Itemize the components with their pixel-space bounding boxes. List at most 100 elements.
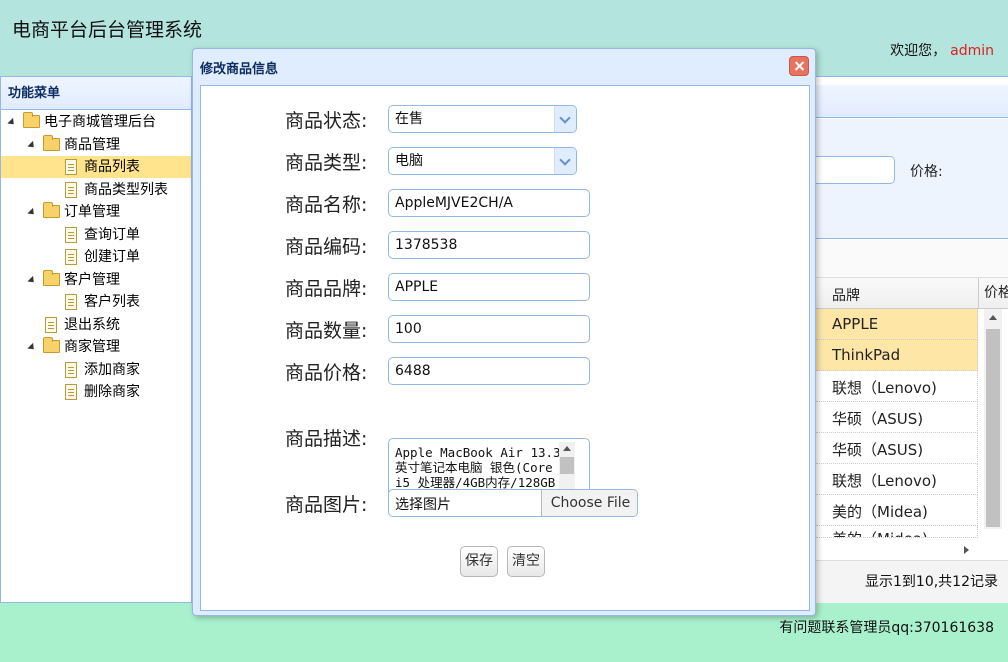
status-label: 商品状态:	[285, 110, 368, 132]
column-header-brand[interactable]: 品牌	[832, 285, 860, 305]
scrollbar-thumb[interactable]	[986, 329, 1000, 527]
tree-label: 商品管理	[64, 137, 120, 153]
scroll-right-arrow-icon[interactable]	[964, 546, 969, 554]
chevron-down-icon[interactable]	[554, 148, 576, 174]
cell-brand: 华硕（ASUS)	[832, 410, 924, 428]
code-label: 商品编码:	[285, 236, 368, 258]
brand-label: 商品品牌:	[285, 278, 368, 300]
cell-brand: APPLE	[832, 315, 879, 333]
save-button[interactable]: 保存	[460, 546, 498, 577]
dialog-title: 修改商品信息	[200, 62, 279, 77]
tree-node-product-type-list[interactable]: 商品类型列表	[1, 179, 191, 201]
tree-label: 订单管理	[64, 204, 120, 220]
price-filter-label: 价格:	[910, 164, 943, 180]
name-input[interactable]: AppleMJVE2CH/A	[388, 189, 590, 217]
cell-brand: ThinkPad	[832, 346, 901, 364]
type-select[interactable]: 电脑	[388, 147, 577, 175]
sidebar-title: 功能菜单	[1, 77, 191, 110]
file-icon	[65, 182, 77, 198]
image-file-input[interactable]: 选择图片 Choose File	[388, 489, 638, 517]
close-icon[interactable]	[789, 56, 809, 76]
chevron-down-icon[interactable]	[554, 106, 576, 132]
table-row[interactable]: ThinkPad	[816, 340, 978, 371]
collapse-arrow-icon[interactable]	[27, 207, 37, 218]
quantity-input[interactable]: 100	[388, 315, 590, 343]
user-link[interactable]: admin	[950, 43, 994, 59]
tree-node-customer-mgmt[interactable]: 客户管理	[1, 269, 191, 291]
product-grid: 品牌 价格 APPLE ThinkPad 联想（Lenovo) 华硕（ASUS)…	[816, 278, 1008, 560]
dialog-body: 商品状态: 在售 商品类型: 电脑 商品名称: AppleMJVE2CH/A 商…	[200, 85, 810, 611]
folder-icon	[43, 202, 60, 218]
file-icon	[65, 362, 77, 378]
status-select[interactable]: 在售	[388, 105, 577, 133]
tree-node-logout[interactable]: 退出系统	[1, 314, 191, 336]
status-value: 在售	[395, 111, 423, 127]
tree-node-order-mgmt[interactable]: 订单管理	[1, 201, 191, 223]
tree-node-create-order[interactable]: 创建订单	[1, 246, 191, 268]
file-icon	[65, 294, 77, 310]
footer-contact: 有问题联系管理员qq:370161638	[779, 620, 994, 636]
tree-label: 查询订单	[84, 227, 140, 243]
app-title: 电商平台后台管理系统	[12, 19, 203, 41]
tree-node-delete-merchant[interactable]: 删除商家	[1, 381, 191, 403]
tree-node-product-mgmt[interactable]: 商品管理	[1, 134, 191, 156]
grid-vertical-scrollbar[interactable]	[984, 309, 1002, 529]
quantity-label: 商品数量:	[285, 320, 368, 342]
scroll-up-arrow-icon[interactable]	[989, 315, 997, 320]
table-row[interactable]: 美的（Midea)	[816, 526, 978, 538]
tree-label: 商品类型列表	[84, 182, 168, 198]
table-row[interactable]: 华硕（ASUS)	[816, 433, 978, 464]
tree-label: 创建订单	[84, 249, 140, 265]
choose-file-button[interactable]: Choose File	[541, 490, 637, 516]
folder-icon	[43, 270, 60, 286]
sidebar: 功能菜单 电子商城管理后台 商品管理 商品列表 商品类型列表 订单管理 查询订单…	[0, 76, 192, 603]
type-label: 商品类型:	[285, 152, 368, 174]
type-value: 电脑	[395, 153, 423, 169]
tree-label: 商品列表	[84, 159, 140, 175]
file-icon	[65, 159, 77, 175]
file-icon	[45, 317, 57, 333]
table-row[interactable]: 美的（Midea)	[816, 495, 978, 526]
tree-node-merchant-mgmt[interactable]: 商家管理	[1, 336, 191, 358]
table-row[interactable]: 华硕（ASUS)	[816, 402, 978, 433]
tree-node-query-order[interactable]: 查询订单	[1, 224, 191, 246]
scrollbar-thumb[interactable]	[560, 457, 574, 474]
tree-node-product-list[interactable]: 商品列表	[1, 156, 191, 178]
column-header-price[interactable]: 价格	[978, 278, 1008, 309]
folder-icon	[43, 135, 60, 151]
code-input[interactable]: 1378538	[388, 231, 590, 259]
image-placeholder: 选择图片	[395, 497, 451, 513]
clear-button[interactable]: 清空	[507, 546, 545, 577]
price-input[interactable]: 6488	[388, 357, 590, 385]
image-label: 商品图片:	[285, 494, 368, 516]
file-icon	[65, 249, 77, 265]
collapse-arrow-icon[interactable]	[27, 342, 37, 353]
description-label: 商品描述:	[285, 428, 368, 450]
tree-node-add-merchant[interactable]: 添加商家	[1, 359, 191, 381]
collapse-arrow-icon[interactable]	[27, 275, 37, 286]
scroll-up-arrow-icon[interactable]	[563, 446, 571, 451]
tree-node-root[interactable]: 电子商城管理后台	[1, 111, 191, 133]
cell-brand: 美的（Midea)	[832, 503, 928, 521]
folder-icon	[43, 337, 60, 353]
tree-label: 添加商家	[84, 362, 140, 378]
cell-brand: 联想（Lenovo)	[832, 472, 937, 490]
welcome-label: 欢迎您，	[890, 43, 947, 59]
tree-label: 客户管理	[64, 272, 120, 288]
tree-node-customer-list[interactable]: 客户列表	[1, 291, 191, 313]
table-row[interactable]: 联想（Lenovo)	[816, 371, 978, 402]
tree-label: 电子商城管理后台	[44, 114, 156, 130]
table-row[interactable]: APPLE	[816, 309, 978, 340]
edit-product-dialog: 修改商品信息 商品状态: 在售 商品类型: 电脑 商品名称: AppleMJVE…	[192, 48, 816, 616]
tree-label: 删除商家	[84, 384, 140, 400]
table-row[interactable]: 联想（Lenovo)	[816, 464, 978, 495]
collapse-arrow-icon[interactable]	[27, 140, 37, 151]
collapse-arrow-icon[interactable]	[7, 117, 17, 128]
price-label: 商品价格:	[285, 362, 368, 384]
folder-icon	[23, 112, 40, 128]
tree-label: 客户列表	[84, 294, 140, 310]
name-label: 商品名称:	[285, 194, 368, 216]
pager-info: 显示1到10,共12记录	[865, 574, 998, 590]
grid-header: 品牌 价格	[816, 278, 1008, 309]
brand-input[interactable]: APPLE	[388, 273, 590, 301]
